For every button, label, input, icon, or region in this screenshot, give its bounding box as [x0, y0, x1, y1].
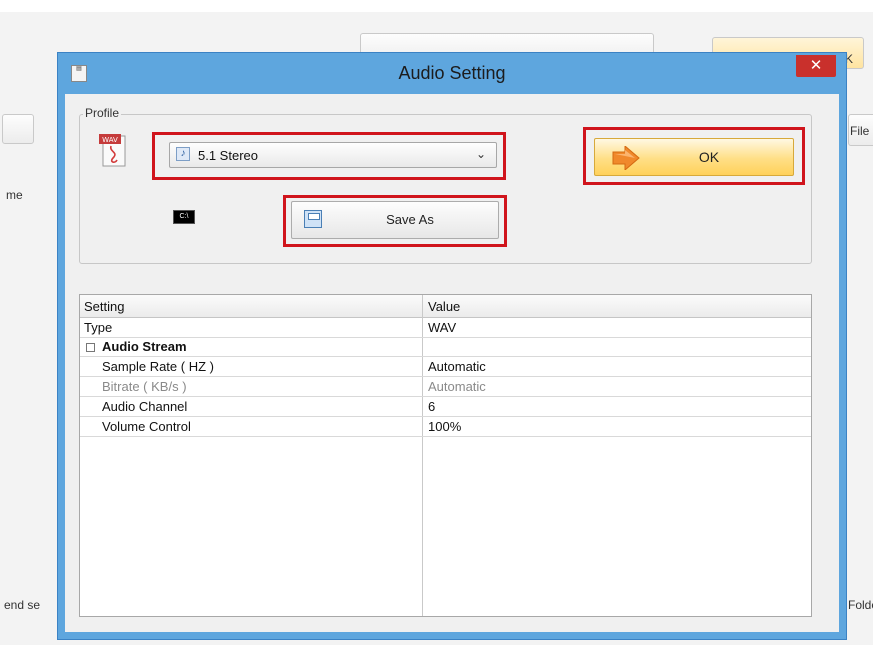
row-sample-rate-setting[interactable]: Sample Rate ( HZ ) — [102, 359, 214, 374]
row-divider — [80, 376, 811, 377]
save-as-button[interactable]: Save As — [291, 201, 499, 239]
row-bitrate-setting: Bitrate ( KB/s ) — [102, 379, 187, 394]
row-audio-stream-group[interactable]: Audio Stream — [102, 339, 187, 354]
row-volume-control-value[interactable]: 100% — [428, 419, 461, 434]
wav-file-icon: WAV — [99, 134, 126, 167]
music-note-icon: ♪ — [176, 147, 190, 161]
settings-grid[interactable]: Setting Value Type WAV Audio Stream Samp… — [79, 294, 812, 617]
chevron-down-icon[interactable]: ⌄ — [476, 147, 486, 161]
dialog-client-area: Profile WAV ♪ 5.1 Stereo ⌄ OK C:\ Save A… — [65, 94, 839, 632]
row-bitrate-value: Automatic — [428, 379, 486, 394]
background-remove-button — [2, 114, 34, 144]
close-button[interactable]: ✕ — [796, 55, 836, 77]
command-prompt-icon[interactable]: C:\ — [173, 210, 195, 224]
minus-box-icon[interactable] — [86, 343, 95, 352]
background-top-strip — [0, 0, 873, 12]
row-audio-channel-value[interactable]: 6 — [428, 399, 435, 414]
row-divider — [80, 416, 811, 417]
row-sample-rate-value[interactable]: Automatic — [428, 359, 486, 374]
row-audio-channel-setting[interactable]: Audio Channel — [102, 399, 187, 414]
audio-setting-dialog: ▤ Audio Setting ✕ Profile WAV ♪ 5.1 Ster… — [57, 52, 847, 640]
row-divider — [80, 436, 811, 437]
header-setting[interactable]: Setting — [84, 299, 124, 314]
row-volume-control-setting[interactable]: Volume Control — [102, 419, 191, 434]
row-divider — [80, 356, 811, 357]
background-send-label: end se — [4, 598, 41, 612]
profile-select[interactable]: ♪ 5.1 Stereo ⌄ — [169, 142, 497, 168]
profile-select-value: 5.1 Stereo — [198, 148, 258, 163]
profile-group-label: Profile — [83, 106, 122, 120]
ok-button[interactable]: OK — [594, 138, 794, 176]
column-divider — [422, 295, 423, 616]
background-name-column: me — [6, 188, 23, 202]
row-type-setting[interactable]: Type — [84, 320, 112, 335]
background-folder-label: Folde — [848, 598, 873, 612]
ok-button-label: OK — [698, 149, 720, 165]
svg-text:WAV: WAV — [102, 136, 118, 144]
row-type-value[interactable]: WAV — [428, 320, 456, 335]
background-file-label: File — [850, 124, 870, 138]
header-value[interactable]: Value — [428, 299, 460, 314]
row-divider — [80, 337, 811, 338]
dialog-title: Audio Setting — [398, 63, 506, 83]
dialog-titlebar[interactable]: ▤ Audio Setting ✕ — [58, 53, 846, 95]
row-divider — [80, 396, 811, 397]
save-as-label: Save As — [386, 212, 434, 227]
